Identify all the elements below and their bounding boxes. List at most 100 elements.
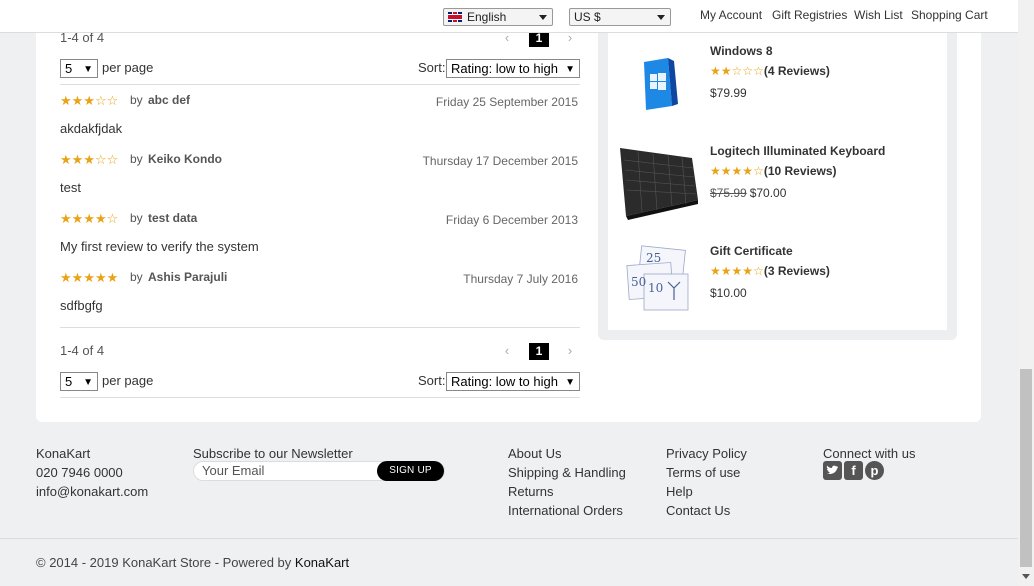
scrollbar-thumb[interactable] [1020,369,1032,567]
star-filled-icon: ★ [83,152,95,167]
review-text: akdakfjdak [60,121,123,136]
price-old: $75.99 [710,186,747,200]
windows-8-box-image [644,58,678,110]
star-filled-icon: ★ [71,211,84,226]
star-rating: ★★★★☆ [60,211,118,227]
star-filled-icon: ★ [710,64,721,78]
footer-links-legal: Privacy Policy Terms of use Help Contact… [666,444,747,520]
contact-us-link[interactable]: Contact Us [666,501,747,520]
language-select[interactable]: English [443,8,553,26]
review-date: Friday 25 September 2015 [435,95,578,109]
star-rating: ★★★★☆ [710,264,764,278]
star-filled-icon: ★ [71,152,84,167]
terms-of-use-link[interactable]: Terms of use [666,463,747,482]
per-page-value: 5 [65,374,73,389]
product-rating: ★★★★☆(10 Reviews) [710,164,837,178]
footer-divider [0,538,1018,539]
star-filled-icon: ★ [83,270,95,285]
sort-select[interactable]: Rating: low to high ▼ [446,59,580,78]
review-item: ★★★☆☆ by Keiko Kondo Thursday 17 Decembe… [60,152,578,208]
per-page-select[interactable]: 5 ▼ [60,372,98,391]
about-us-link[interactable]: About Us [508,444,626,463]
review-item: ★★★★★ by Ashis Parajuli Thursday 7 July … [60,270,578,326]
pinterest-icon[interactable]: p [865,461,884,480]
sort-label: Sort: [418,60,446,75]
star-empty-icon: ☆ [731,64,743,78]
dropdown-arrow-icon: ▼ [83,64,93,75]
svg-text:10: 10 [648,281,663,295]
sort-select[interactable]: Rating: low to high ▼ [446,372,580,391]
twitter-icon[interactable] [823,461,842,480]
currency-select[interactable]: US $ [569,8,671,26]
star-empty-icon: ☆ [742,64,754,78]
review-item: ★★★★☆ by test data Friday 6 December 201… [60,211,578,267]
divider [60,84,580,85]
star-filled-icon: ★ [720,164,732,178]
product-item-windows-8[interactable]: Windows 8 ★★☆☆☆(4 Reviews) $79.99 [618,44,948,124]
dropdown-arrow-icon: ▼ [565,64,575,75]
my-account-link[interactable]: My Account [700,8,762,22]
result-count: 1-4 of 4 [60,343,105,358]
by-label: by [130,270,143,284]
sort-label: Sort: [418,373,446,388]
per-page-value: 5 [65,61,73,76]
help-link[interactable]: Help [666,482,747,501]
per-page-select[interactable]: 5 ▼ [60,59,98,78]
uk-flag-icon [448,12,462,22]
review-text: My first review to verify the system [60,239,259,254]
top-bar: English US $ My Account Gift Registries … [0,0,1018,33]
privacy-policy-link[interactable]: Privacy Policy [666,444,747,463]
star-empty-icon: ☆ [753,164,764,178]
dropdown-arrow-icon: ▼ [83,377,93,388]
sort-value: Rating: low to high [451,61,558,76]
product-name[interactable]: Logitech Illuminated Keyboard [710,144,885,158]
konakart-link[interactable]: KonaKart [295,555,349,570]
copyright-text: © 2014 - 2019 KonaKart Store - Powered b… [36,555,295,570]
product-item-logitech-keyboard[interactable]: Logitech Illuminated Keyboard ★★★★☆(10 R… [618,144,948,224]
star-filled-icon: ★ [60,152,72,167]
bottom-pager: 1-4 of 4 ‹ 1 › [60,343,580,363]
dropdown-arrow-icon: ▼ [565,377,575,388]
star-filled-icon: ★ [60,211,72,226]
review-text: sdfbgfg [60,298,103,313]
facebook-icon[interactable]: f [844,461,863,480]
international-orders-link[interactable]: International Orders [508,501,626,520]
star-filled-icon: ★ [106,270,119,285]
footer-contact: KonaKart 020 7946 0000 info@konakart.com [36,444,148,501]
shopping-cart-link[interactable]: Shopping Cart [911,8,988,22]
star-empty-icon: ☆ [753,264,764,278]
returns-link[interactable]: Returns [508,482,626,501]
wish-list-link[interactable]: Wish List [854,8,903,22]
sort-value: Rating: low to high [451,374,558,389]
star-filled-icon: ★ [731,264,743,278]
signup-button[interactable]: SIGN UP [377,461,444,481]
chevron-left-icon[interactable]: ‹ [501,343,513,359]
product-rating: ★★☆☆☆(4 Reviews) [710,64,830,78]
star-rating: ★★☆☆☆ [710,64,764,78]
star-empty-icon: ☆ [106,93,119,108]
star-filled-icon: ★ [742,264,754,278]
scroll-down-arrow-icon[interactable] [1022,574,1030,579]
by-label: by [130,211,143,225]
product-name[interactable]: Gift Certificate [710,244,793,258]
email-link[interactable]: info@konakart.com [36,482,148,501]
currency-value: US $ [574,10,601,24]
chevron-right-icon[interactable]: › [564,343,576,359]
price-current: $70.00 [749,186,787,200]
review-author: test data [148,211,198,225]
star-filled-icon: ★ [71,93,84,108]
divider [60,397,580,398]
shipping-handling-link[interactable]: Shipping & Handling [508,463,626,482]
top-list-controls: 5 ▼ per page Sort: Rating: low to high ▼ [60,59,580,81]
gift-certificate-image: 25 50 10 [626,245,689,311]
gift-registries-link[interactable]: Gift Registries [772,8,847,22]
review-count: (4 Reviews) [763,64,830,78]
review-date: Friday 6 December 2013 [445,213,578,227]
page-number-current[interactable]: 1 [529,343,549,360]
by-label: by [130,152,143,166]
product-item-gift-certificate[interactable]: 25 50 10 Gift Certificate ★★★★☆(3 Review… [618,244,948,324]
price-current: $79.99 [710,86,747,100]
product-name[interactable]: Windows 8 [710,44,773,58]
product-price: $75.99 $70.00 [710,186,786,200]
star-empty-icon: ☆ [94,152,107,167]
